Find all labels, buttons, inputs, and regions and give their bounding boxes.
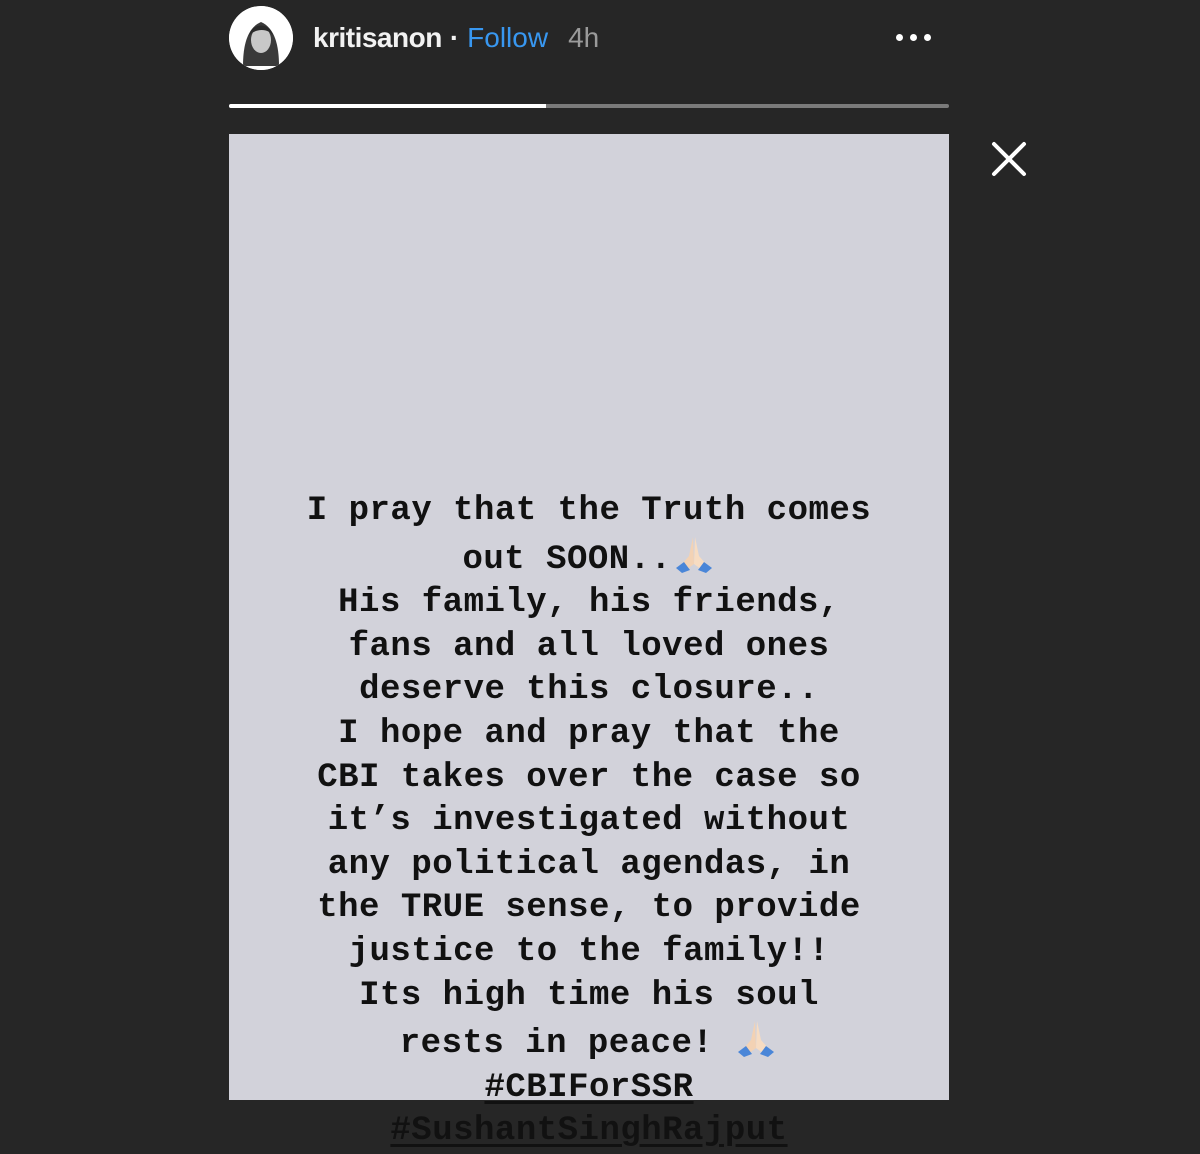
- more-dot: [896, 33, 903, 41]
- separator-dot: ·: [449, 22, 460, 53]
- username[interactable]: kritisanon: [313, 22, 442, 54]
- story-line: I hope and pray that the: [338, 714, 840, 753]
- story-line: fans and all loved ones: [348, 627, 830, 666]
- story-line: deserve this closure..: [359, 671, 819, 710]
- story-line: I pray that the Truth comes: [306, 492, 872, 530]
- story-line-text: rests in peace!: [399, 1025, 735, 1064]
- hashtag-sushantsinghrajput[interactable]: #SushantSinghRajput: [229, 1110, 949, 1154]
- story-progress-bar: [229, 104, 949, 108]
- timestamp: 4h: [568, 22, 600, 53]
- story-header: kritisanon · Follow 4h: [229, 5, 949, 71]
- story-progress-fill: [229, 104, 546, 108]
- story-line: justice to the family!!: [348, 932, 830, 971]
- story-content[interactable]: I pray that the Truth comes out SOON.. H…: [229, 134, 949, 1150]
- story-line: CBI takes over the case so: [317, 758, 861, 797]
- hashtag-cbiforssr[interactable]: #CBIForSSR: [229, 1067, 949, 1111]
- story-line: out SOON..: [229, 534, 949, 583]
- folded-hands-emoji-icon: [738, 1021, 775, 1058]
- story-line-text: out SOON..: [462, 540, 672, 579]
- story-line: Its high time his soul: [359, 976, 819, 1015]
- story-line: rests in peace!: [229, 1018, 949, 1067]
- close-icon[interactable]: [988, 138, 1030, 180]
- story-line: His family, his friends,: [338, 584, 840, 623]
- folded-hands-emoji-icon: [675, 536, 712, 573]
- more-dot: [910, 33, 917, 41]
- avatar[interactable]: [229, 6, 293, 70]
- more-dot: [924, 33, 931, 41]
- story-line: it’s investigated without: [327, 802, 851, 841]
- story-text: I pray that the Truth comes out SOON.. H…: [229, 490, 949, 1154]
- more-options-icon[interactable]: [896, 25, 931, 49]
- story-line: any political agendas, in: [327, 845, 851, 884]
- story-line: the TRUE sense, to provide: [317, 889, 861, 928]
- follow-button[interactable]: Follow: [467, 22, 548, 54]
